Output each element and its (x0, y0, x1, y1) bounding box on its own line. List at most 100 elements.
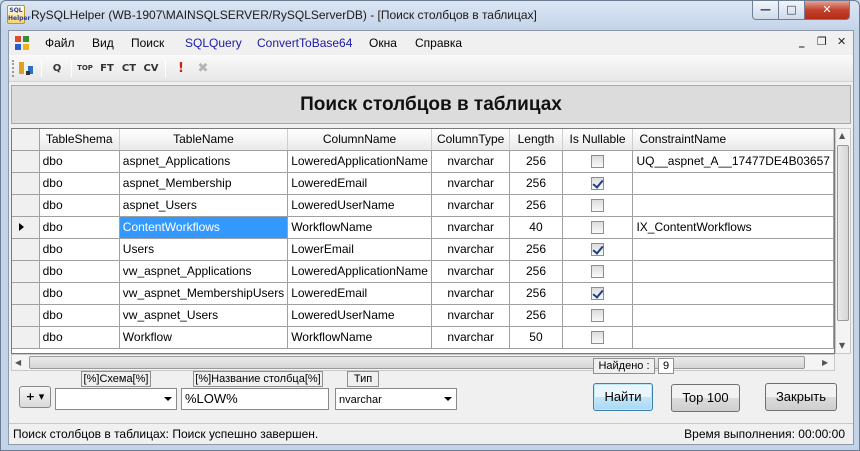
cell-length[interactable]: 256 (509, 282, 563, 305)
top-button[interactable]: TOP (75, 59, 95, 78)
cell-table-name[interactable]: aspnet_Users (119, 194, 289, 217)
toolbar-grip[interactable] (12, 60, 14, 77)
row-header[interactable] (12, 172, 40, 195)
cell-column-name[interactable]: LoweredApplicationName (287, 260, 432, 283)
mdi-close-button[interactable]: ✕ (837, 35, 846, 48)
menu-sqlquery[interactable]: SQLQuery (185, 36, 242, 50)
cell-length[interactable]: 256 (509, 238, 563, 261)
cell-table-name[interactable]: vw_aspnet_MembershipUsers (119, 282, 289, 305)
cell-table-name[interactable]: vw_aspnet_Applications (119, 260, 289, 283)
table-row[interactable]: dbo vw_aspnet_Users LoweredUserName nvarcha… (12, 304, 834, 327)
connect-icon[interactable] (17, 59, 37, 78)
cell-table-name[interactable]: vw_aspnet_Users (119, 304, 289, 327)
cell-constraint-name[interactable] (632, 194, 834, 217)
cell-is-nullable[interactable] (562, 326, 634, 349)
cell-column-name[interactable]: WorkflowName (287, 326, 432, 349)
cell-constraint-name[interactable]: IX_ContentWorkflows (632, 216, 834, 239)
scroll-up-icon[interactable]: ▲ (839, 131, 845, 140)
close-button[interactable]: Закрыть (765, 383, 837, 411)
minimize-button[interactable]: — (752, 1, 779, 20)
cell-column-type[interactable]: nvarchar (431, 172, 511, 195)
cell-column-type[interactable]: nvarchar (431, 304, 511, 327)
scroll-down-icon[interactable]: ▼ (839, 341, 845, 350)
cell-length[interactable]: 40 (509, 216, 563, 239)
cancel-icon[interactable]: ✖ (193, 59, 213, 78)
nullable-checkbox[interactable] (591, 287, 605, 301)
column-name-input[interactable]: %LOW% (181, 388, 329, 410)
row-header[interactable] (12, 326, 40, 349)
cell-column-name[interactable]: LoweredUserName (287, 194, 432, 217)
cell-column-type[interactable]: nvarchar (431, 216, 511, 239)
cell-constraint-name[interactable]: UQ__aspnet_A__17477DE4B03657 (632, 150, 834, 173)
table-row[interactable]: dbo aspnet_Applications LoweredApplication… (12, 150, 834, 173)
cell-column-type[interactable]: nvarchar (431, 326, 511, 349)
mdi-minimize-button[interactable]: _ (799, 35, 805, 48)
cell-table-name[interactable]: aspnet_Membership (119, 172, 289, 195)
menu-windows[interactable]: Окна (369, 36, 397, 50)
nullable-checkbox[interactable] (591, 221, 605, 235)
scroll-right-icon[interactable]: ▶ (822, 358, 828, 367)
chevron-down-icon[interactable] (444, 397, 452, 401)
add-condition-button[interactable]: + ▾ (19, 386, 51, 408)
row-header-corner[interactable] (12, 129, 40, 151)
maximize-button[interactable]: □ (778, 1, 805, 20)
table-row[interactable]: dbo Users LowerEmail nvarchar 256 (12, 238, 834, 261)
nullable-checkbox[interactable] (591, 309, 605, 323)
table-row[interactable]: dbo aspnet_Membership LoweredEmail nvarchar… (12, 172, 834, 195)
column-header-tableshema[interactable]: TableShema (39, 129, 120, 151)
cell-column-type[interactable]: nvarchar (431, 194, 511, 217)
cell-column-name[interactable]: LoweredEmail (287, 282, 432, 305)
cell-constraint-name[interactable] (632, 304, 834, 327)
top100-button[interactable]: Top 100 (671, 384, 740, 412)
results-grid[interactable]: TableShema TableName ColumnName ColumnTy… (11, 128, 835, 354)
column-table-button[interactable]: CT (119, 59, 139, 78)
cell-schema[interactable]: dbo (39, 282, 120, 305)
cell-column-name[interactable]: LowerEmail (287, 238, 432, 261)
menu-search[interactable]: Поиск (131, 36, 164, 50)
cell-column-type[interactable]: nvarchar (431, 282, 511, 305)
cell-is-nullable[interactable] (562, 304, 634, 327)
cell-schema[interactable]: dbo (39, 326, 120, 349)
close-window-button[interactable]: ✕ (804, 1, 850, 20)
grid-vertical-scrollbar[interactable]: ▲ ▼ (835, 128, 851, 354)
menu-file[interactable]: Файл (45, 36, 75, 50)
nullable-checkbox[interactable] (591, 199, 605, 213)
scroll-left-icon[interactable]: ◀ (15, 358, 21, 367)
find-table-button[interactable]: FT (97, 59, 117, 78)
cell-length[interactable]: 50 (509, 326, 563, 349)
cell-length[interactable]: 256 (509, 194, 563, 217)
row-header[interactable] (12, 150, 40, 173)
cell-table-name[interactable]: aspnet_Applications (119, 150, 289, 173)
nullable-checkbox[interactable] (591, 177, 605, 191)
cell-table-name[interactable]: Workflow (119, 326, 289, 349)
column-header-is-nullable[interactable]: Is Nullable (562, 129, 634, 151)
cell-schema[interactable]: dbo (39, 150, 120, 173)
column-header-tablename[interactable]: TableName (119, 129, 289, 151)
column-header-columntype[interactable]: ColumnType (431, 129, 511, 151)
type-combo[interactable]: nvarchar (335, 388, 457, 410)
cell-schema[interactable]: dbo (39, 238, 120, 261)
grid-horizontal-scrollbar[interactable]: ◀ ▶ (11, 354, 835, 371)
cell-schema[interactable]: dbo (39, 304, 120, 327)
cell-constraint-name[interactable] (632, 282, 834, 305)
mdi-restore-button[interactable]: ❐ (817, 35, 827, 48)
cell-column-name[interactable]: LoweredEmail (287, 172, 432, 195)
cell-length[interactable]: 256 (509, 304, 563, 327)
cell-column-type[interactable]: nvarchar (431, 238, 511, 261)
cell-constraint-name[interactable] (632, 260, 834, 283)
table-row[interactable]: dbo vw_aspnet_Applications LoweredApplicat… (12, 260, 834, 283)
schema-combo[interactable] (55, 388, 177, 410)
cell-constraint-name[interactable] (632, 326, 834, 349)
chevron-down-icon[interactable] (164, 397, 172, 401)
cell-is-nullable[interactable] (562, 150, 634, 173)
table-row[interactable]: dbo ContentWorkflows WorkflowName nvarchar 4… (12, 216, 834, 239)
cell-schema[interactable]: dbo (39, 216, 120, 239)
menu-help[interactable]: Справка (415, 36, 462, 50)
cell-is-nullable[interactable] (562, 194, 634, 217)
cell-constraint-name[interactable] (632, 238, 834, 261)
cell-is-nullable[interactable] (562, 216, 634, 239)
cell-column-type[interactable]: nvarchar (431, 150, 511, 173)
row-header[interactable] (12, 216, 40, 239)
cell-schema[interactable]: dbo (39, 194, 120, 217)
nullable-checkbox[interactable] (591, 331, 605, 345)
